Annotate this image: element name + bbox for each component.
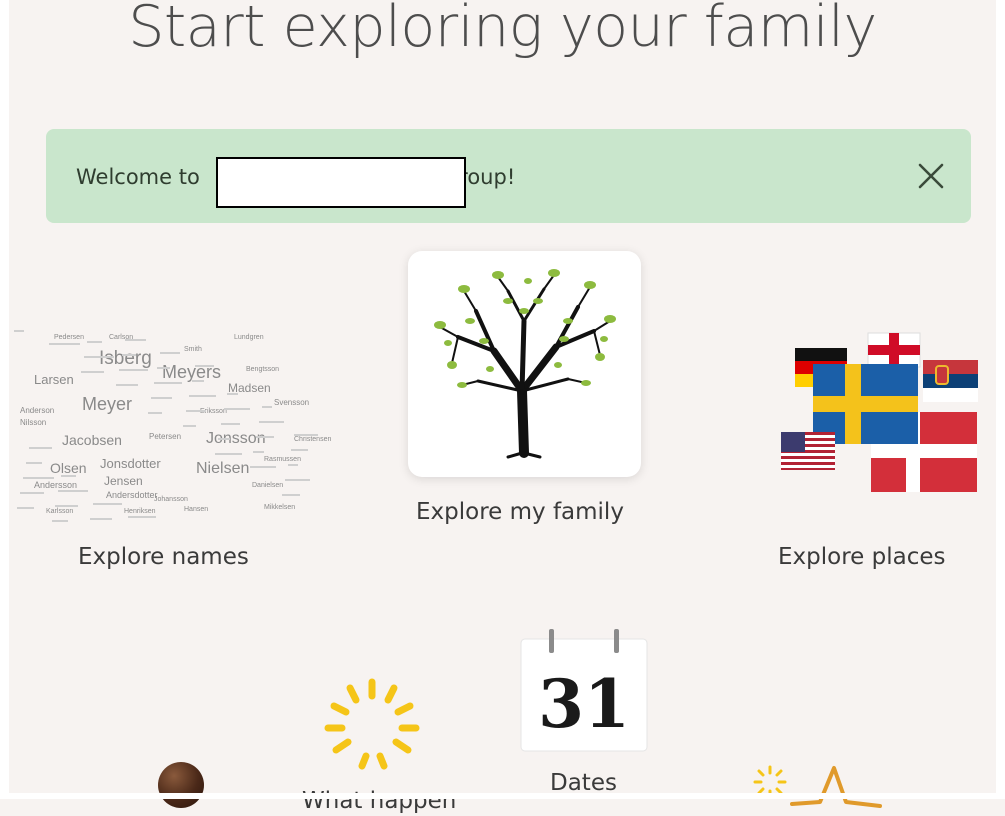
name-cloud-filler — [189, 395, 216, 397]
frame-edge-bottom — [0, 793, 1005, 799]
name-cloud-filler — [256, 436, 274, 438]
name-cloud-filler — [26, 462, 42, 464]
name-cloud-filler — [157, 367, 170, 369]
name-cloud-word: Hansen — [184, 506, 209, 513]
name-cloud-filler — [253, 451, 264, 453]
tree-icon — [434, 269, 616, 459]
name-cloud-filler — [17, 507, 34, 509]
england-flag — [867, 332, 921, 368]
name-cloud-word: Nilsson — [20, 418, 47, 427]
name-cloud-word: Andersdotter — [106, 490, 158, 500]
name-cloud-word: Jacobsen — [62, 432, 122, 448]
explore-family-label[interactable]: Explore my family — [416, 499, 624, 525]
name-cloud-word: Olsen — [50, 460, 87, 476]
name-cloud-filler — [151, 397, 172, 399]
close-banner-button[interactable] — [917, 162, 945, 190]
name-cloud-filler — [58, 490, 88, 492]
portrait-icon[interactable] — [158, 762, 204, 808]
name-cloud-filler — [250, 466, 276, 468]
serbia-flag — [923, 360, 978, 402]
name-cloud-word: Pedersen — [54, 334, 84, 341]
name-cloud-filler — [192, 380, 204, 382]
usa-flag — [781, 432, 835, 470]
name-cloud-filler — [282, 494, 300, 496]
name-cloud-word: Mikkelsen — [264, 504, 296, 511]
name-cloud-filler — [154, 382, 182, 384]
name-cloud-filler — [294, 434, 318, 436]
star-icon[interactable] — [790, 762, 886, 812]
name-cloud-filler — [116, 384, 138, 386]
partial-card-label[interactable]: What happen — [302, 788, 456, 814]
name-cloud-word: Jonsson — [206, 430, 266, 447]
name-cloud-filler — [128, 516, 156, 518]
name-cloud-filler — [14, 330, 24, 332]
name-cloud-filler — [215, 453, 242, 455]
flags-icon — [781, 332, 978, 492]
name-cloud-filler — [84, 356, 114, 358]
frame-edge-left — [0, 0, 9, 799]
name-cloud-filler — [119, 369, 148, 371]
name-cloud-filler — [52, 520, 68, 522]
name-cloud-word: Smith — [184, 346, 202, 353]
name-cloud-filler — [20, 492, 44, 494]
name-cloud-filler — [87, 341, 102, 343]
calendar-icon[interactable]: 31 — [519, 627, 649, 753]
name-cloud-filler — [55, 505, 78, 507]
explore-family-card[interactable] — [408, 251, 641, 477]
name-cloud-word: Jensen — [104, 474, 143, 488]
name-cloud-filler — [29, 447, 52, 449]
calendar-day: 31 — [538, 665, 630, 743]
name-cloud-word: Isberg — [99, 348, 152, 369]
welcome-banner: Welcome to group! — [46, 129, 971, 223]
sun-icon[interactable] — [322, 676, 422, 776]
name-cloud-filler — [288, 464, 298, 466]
name-cloud-word: Lundgren — [234, 334, 264, 341]
redaction-box — [216, 157, 466, 208]
name-cloud-filler — [221, 423, 240, 425]
name-cloud-word: Johansson — [154, 496, 188, 503]
name-cloud-word: Bengtsson — [246, 366, 280, 373]
explore-names-card[interactable]: Isberg Meyers Larsen Madsen Meyer Jacobsen Jon… — [14, 326, 331, 526]
name-cloud-filler — [160, 352, 180, 354]
name-cloud-filler — [224, 408, 250, 410]
name-cloud-word: Anderson — [20, 406, 55, 415]
welcome-text-start: Welcome to — [76, 165, 200, 189]
name-cloud-filler — [262, 406, 272, 408]
name-cloud-filler — [218, 438, 230, 440]
name-cloud-filler — [122, 354, 136, 356]
page-title: Start exploring your family — [128, 0, 877, 60]
explore-places-card[interactable] — [778, 330, 983, 498]
frame-edge-right — [996, 0, 1005, 799]
explore-places-label[interactable]: Explore places — [778, 544, 945, 570]
name-cloud-filler — [186, 410, 206, 412]
name-cloud-word: Karlsson — [46, 508, 74, 515]
name-cloud-filler — [227, 393, 238, 395]
name-cloud-filler — [125, 339, 146, 341]
name-cloud-filler — [90, 518, 112, 520]
name-cloud-word: Rasmussen — [264, 456, 301, 463]
name-cloud-word: Jonsdotter — [100, 456, 161, 471]
name-cloud-filler — [291, 449, 308, 451]
name-cloud-filler — [259, 421, 284, 423]
name-cloud-word: Larsen — [34, 372, 74, 387]
explore-names-label[interactable]: Explore names — [78, 544, 249, 570]
name-cloud-word: Petersen — [149, 432, 182, 441]
name-cloud-filler — [49, 343, 80, 345]
name-cloud-filler — [93, 503, 122, 505]
name-cloud-word: Nielsen — [196, 460, 250, 477]
name-cloud-filler — [183, 425, 196, 427]
name-cloud-filler — [285, 479, 310, 481]
name-cloud-word: Henriksen — [124, 508, 156, 515]
name-cloud-word: Christensen — [294, 436, 332, 443]
name-cloud-filler — [81, 371, 104, 373]
name-cloud-filler — [148, 412, 162, 414]
name-cloud-filler — [23, 477, 54, 479]
close-icon — [918, 163, 944, 189]
name-cloud-word: Andersson — [34, 480, 78, 490]
name-cloud-word: Danielsen — [252, 482, 284, 489]
name-cloud-word: Meyer — [82, 394, 133, 414]
name-cloud-filler — [61, 475, 76, 477]
name-cloud-word: Svensson — [274, 398, 310, 407]
name-cloud-filler — [195, 365, 214, 367]
